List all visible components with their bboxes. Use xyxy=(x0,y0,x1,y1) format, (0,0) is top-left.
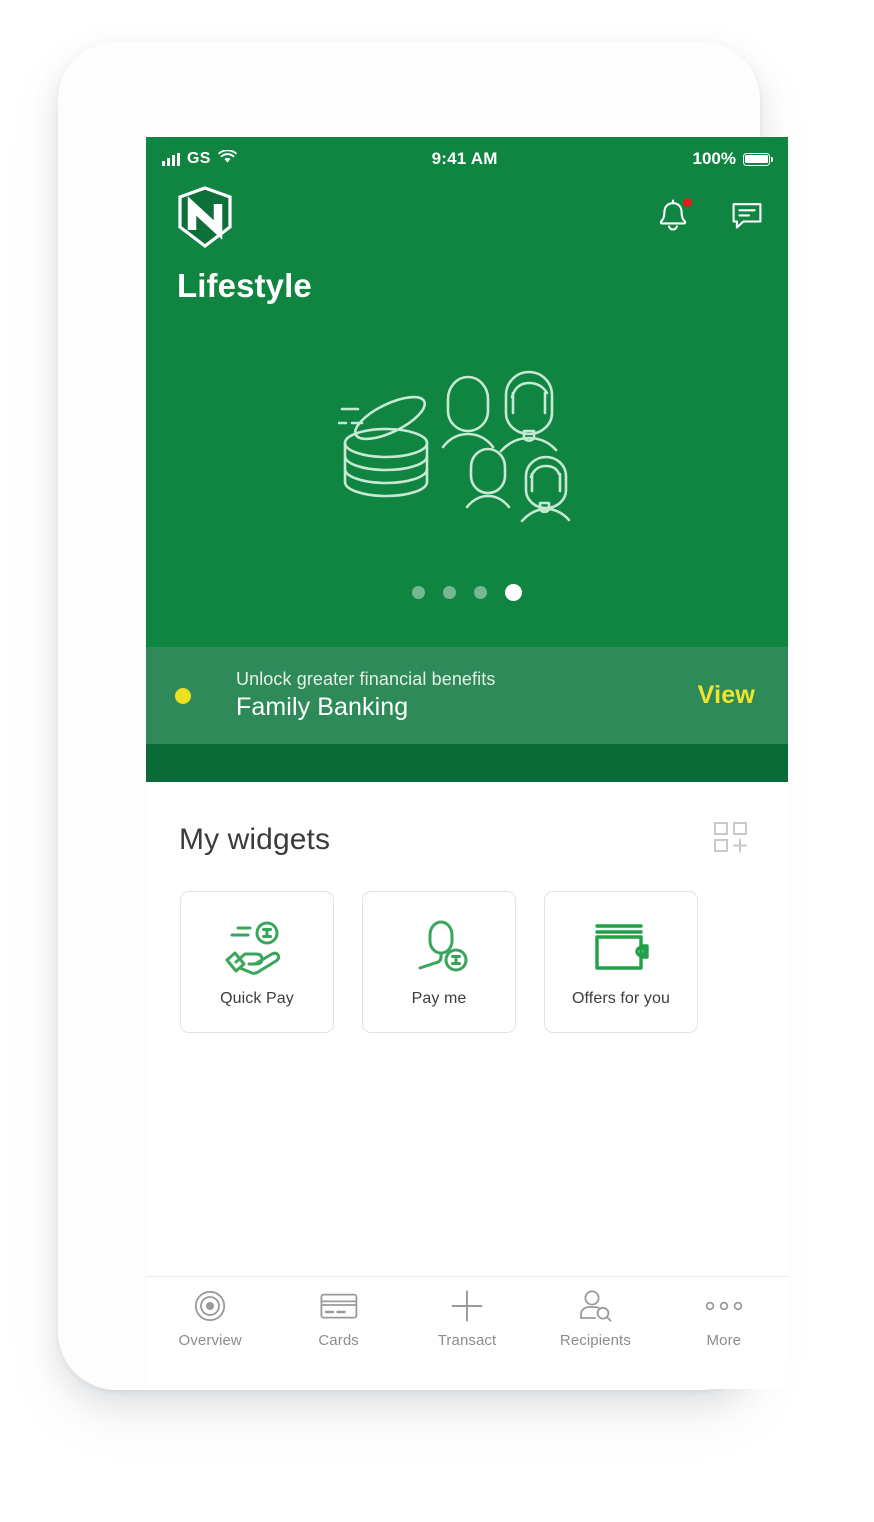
carrier-label: GS xyxy=(187,150,211,167)
bottom-navigation: Overview Cards Transact Recipients More xyxy=(146,1276,788,1389)
carousel-dot-active[interactable] xyxy=(505,584,522,601)
target-icon xyxy=(193,1289,227,1323)
app-screen: GS 9:41 AM 100% Lifestyle Unlock greater… xyxy=(146,137,788,1389)
widget-label: Offers for you xyxy=(571,990,671,1007)
carousel-dot[interactable] xyxy=(474,586,487,599)
signal-bars-icon xyxy=(162,152,180,166)
widget-label: Quick Pay xyxy=(220,990,294,1007)
plus-icon xyxy=(450,1289,484,1323)
person-search-icon xyxy=(578,1289,612,1323)
promo-kicker: Unlock greater financial benefits xyxy=(236,669,496,689)
promo-view-button[interactable]: View xyxy=(698,681,755,710)
my-widgets-section: My widgets Quick Pay Pay me Offers for y… xyxy=(146,782,788,1033)
nav-label: Cards xyxy=(318,1332,359,1349)
promo-banner[interactable]: Unlock greater financial benefits Family… xyxy=(146,647,788,744)
hero-section: GS 9:41 AM 100% Lifestyle xyxy=(146,137,788,647)
section-title: My widgets xyxy=(179,822,331,856)
add-widget-grid-icon[interactable] xyxy=(712,820,750,859)
promo-status-dot xyxy=(175,687,191,704)
widget-list: Quick Pay Pay me Offers for you xyxy=(146,859,788,1033)
family-savings-illustration xyxy=(336,355,596,525)
nav-label: More xyxy=(706,1332,742,1349)
widget-card-offers-for-you[interactable]: Offers for you xyxy=(544,891,698,1033)
wifi-icon xyxy=(217,148,237,169)
carousel-dot[interactable] xyxy=(412,586,425,599)
person-coin-icon xyxy=(408,916,470,978)
bell-icon[interactable] xyxy=(656,198,692,235)
carousel-dot[interactable] xyxy=(443,586,456,599)
nav-label: Recipients xyxy=(559,1332,631,1349)
battery-percent-label: 100% xyxy=(692,149,736,168)
status-bar: GS 9:41 AM 100% xyxy=(146,137,788,181)
nav-item-transact[interactable]: Transact xyxy=(403,1289,531,1349)
promo-bottom-strip xyxy=(146,744,788,782)
my-widgets-header: My widgets xyxy=(146,782,788,859)
nav-item-more[interactable]: More xyxy=(660,1289,788,1349)
nav-label: Overview xyxy=(178,1332,242,1349)
nav-label: Transact xyxy=(437,1332,497,1349)
battery-full-icon xyxy=(743,152,773,166)
phone-frame: GS 9:41 AM 100% Lifestyle Unlock greater… xyxy=(58,42,788,1402)
widget-card-quick-pay[interactable]: Quick Pay xyxy=(180,891,334,1033)
widget-label: Pay me xyxy=(411,990,467,1007)
nedbank-logo[interactable] xyxy=(176,186,234,249)
nav-item-cards[interactable]: Cards xyxy=(274,1289,402,1349)
clock-label: 9:41 AM xyxy=(431,149,498,168)
hand-coin-icon xyxy=(224,916,290,978)
ellipsis-icon xyxy=(704,1289,744,1323)
wallet-icon xyxy=(590,916,652,978)
page-title: Lifestyle xyxy=(177,267,312,304)
credit-card-icon xyxy=(320,1289,358,1323)
chat-bubble-icon[interactable] xyxy=(730,201,764,233)
promo-title: Family Banking xyxy=(236,693,409,721)
app-bar xyxy=(146,181,788,253)
widget-card-pay-me[interactable]: Pay me xyxy=(362,891,516,1033)
notification-badge xyxy=(683,198,692,207)
nav-item-recipients[interactable]: Recipients xyxy=(531,1289,659,1349)
nav-item-overview[interactable]: Overview xyxy=(146,1289,274,1349)
carousel-dots[interactable] xyxy=(412,584,522,601)
